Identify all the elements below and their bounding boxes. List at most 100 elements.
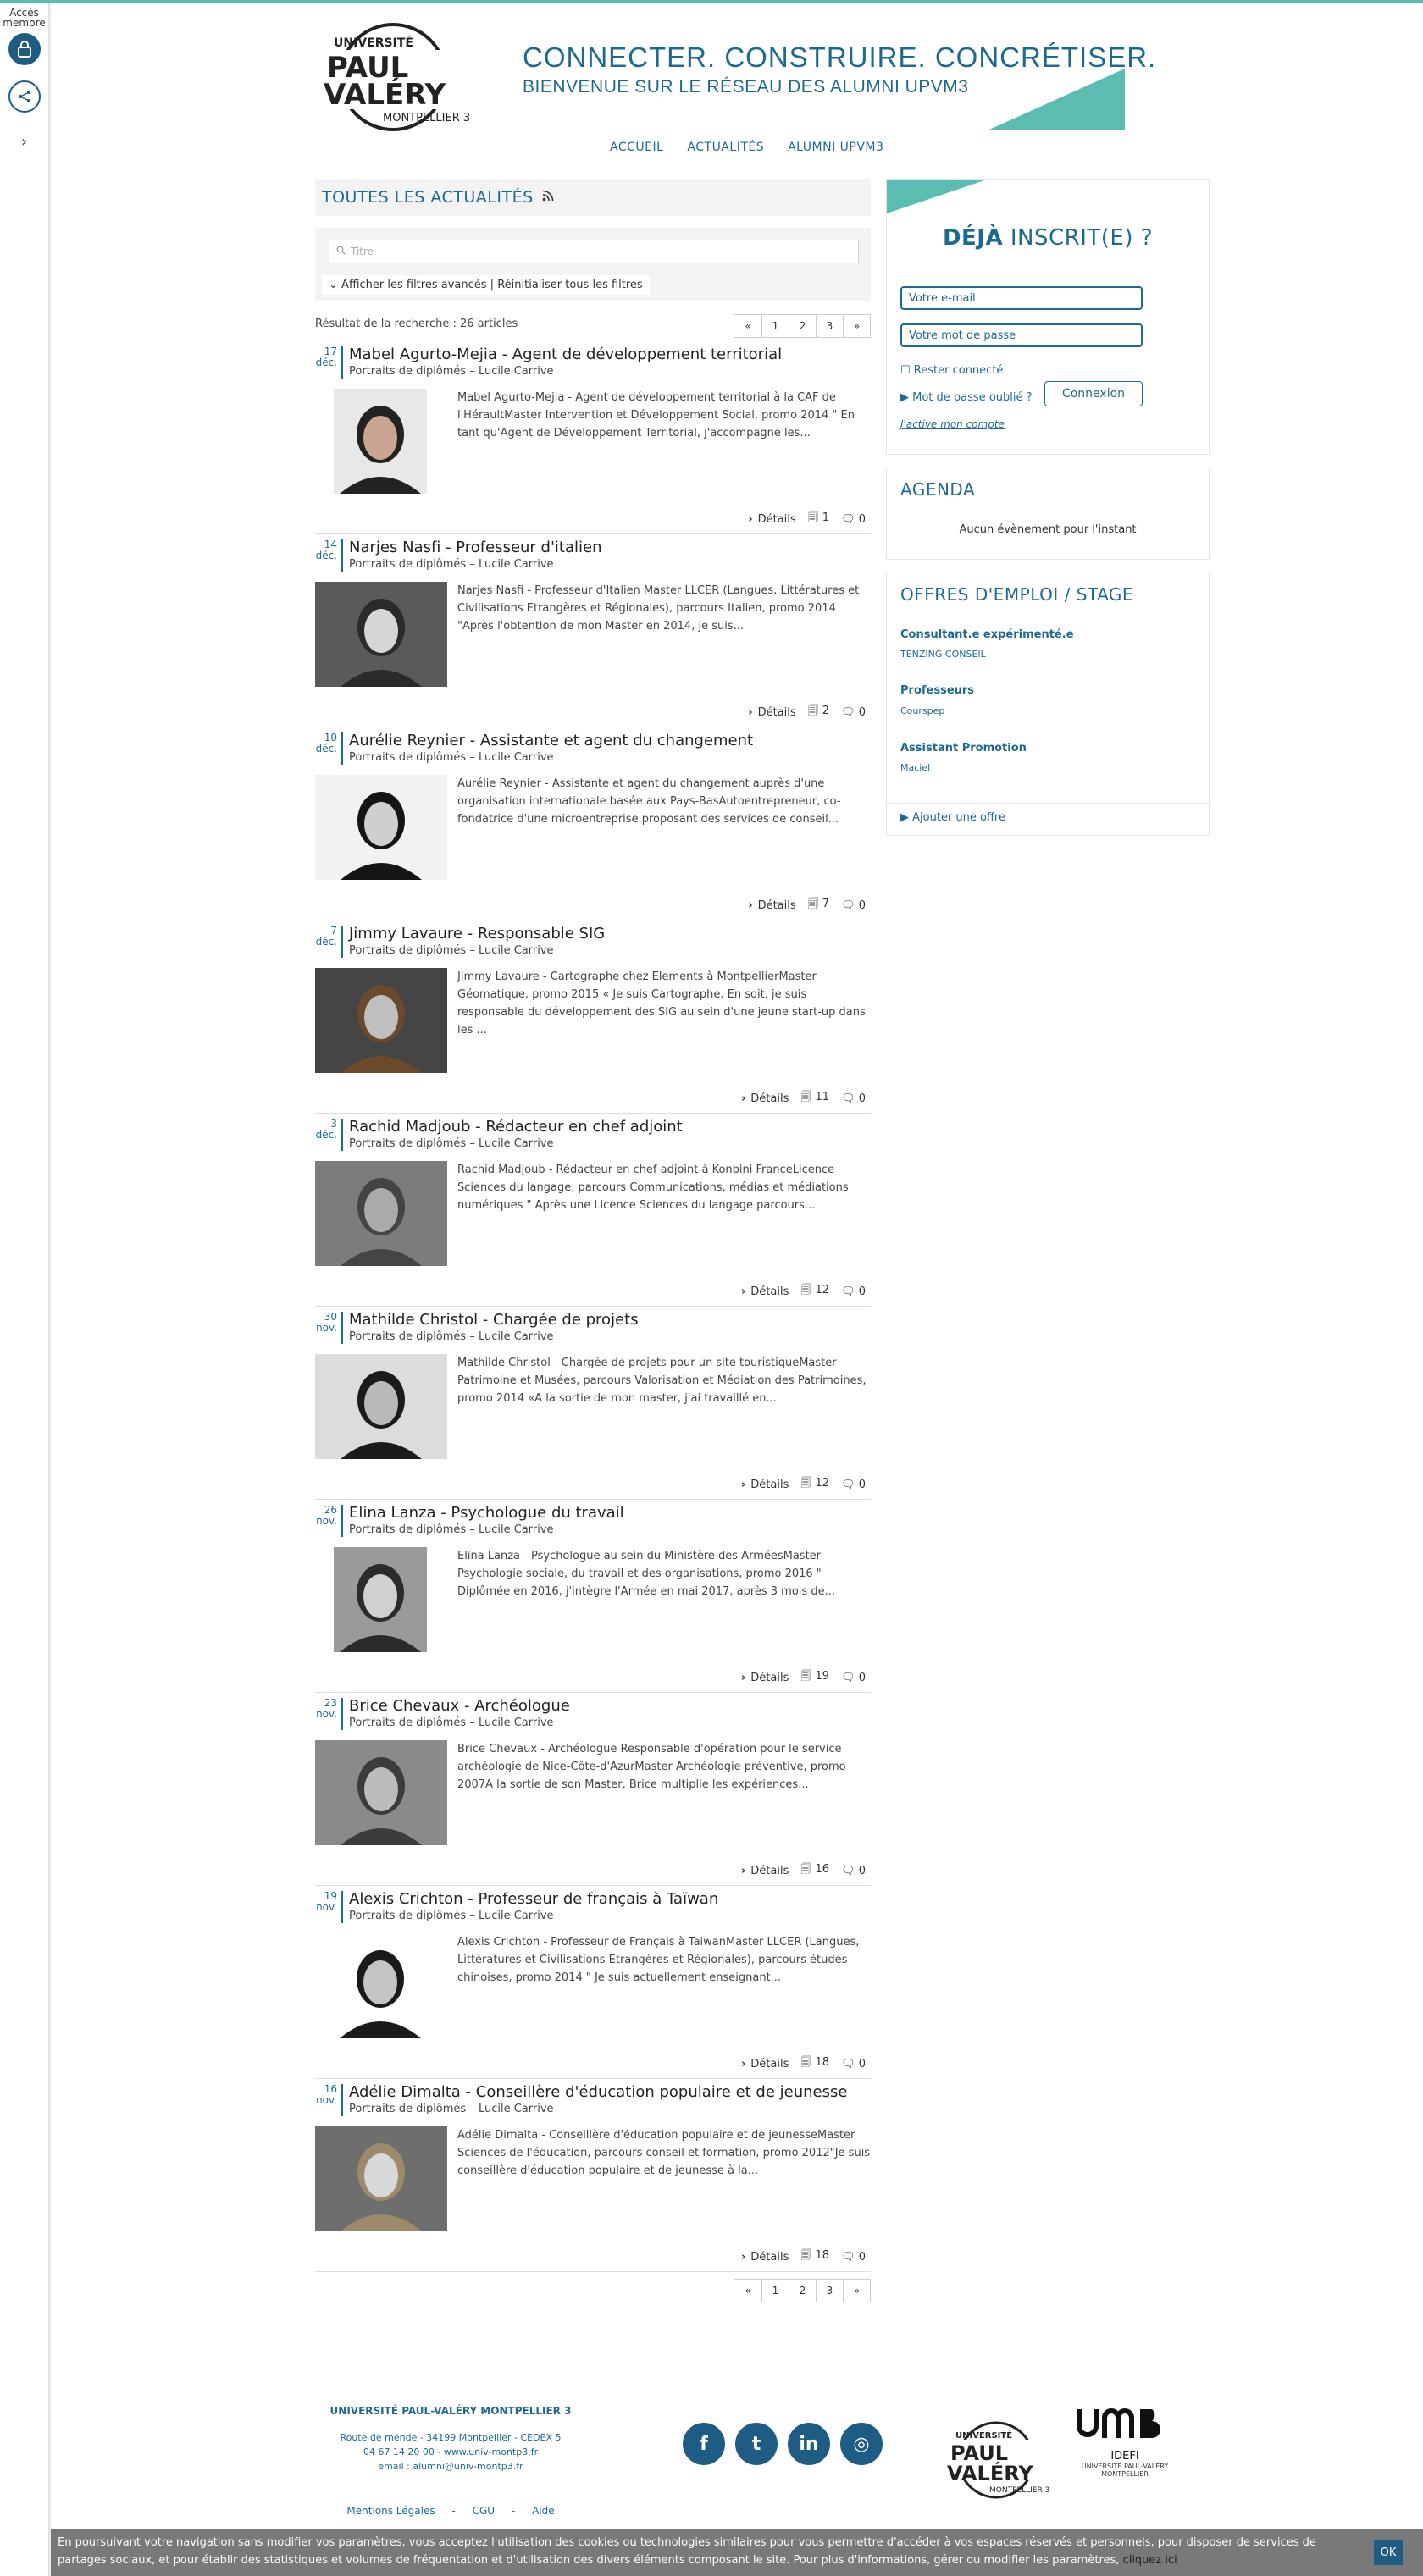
instagram-icon[interactable]: ◎ xyxy=(840,2423,883,2465)
footer-university-logo[interactable]: UNIVERSITÉ PAUL VALÉRY MONTPELLIER 3 xyxy=(942,2416,1052,2501)
pager-page-3[interactable]: 3 xyxy=(816,315,843,337)
pager-page-1[interactable]: 1 xyxy=(761,2280,789,2302)
twitter-icon[interactable]: t xyxy=(735,2423,778,2465)
footer-phone[interactable]: 04 67 14 20 00 - www.univ-montp3.fr xyxy=(315,2445,586,2459)
article-meta: › Détails 🗐 11 🗨 0 xyxy=(741,1089,866,1108)
pager-prev[interactable]: « xyxy=(734,315,761,337)
help-link[interactable]: Aide xyxy=(532,2505,555,2517)
nav-item-accueil[interactable]: ACCUEIL xyxy=(610,141,663,154)
comments-count: 🗨 0 xyxy=(841,1285,866,1298)
forgot-password-link[interactable]: ▶ Mot de passe oublié ? xyxy=(900,391,1033,404)
article-item: 3 déc. Rachid Madjoub - Rédacteur en chef … xyxy=(315,1114,871,1307)
article-title[interactable]: Aurélie Reynier - Assistante et agent du… xyxy=(349,732,753,749)
views-count: 🗐 11 xyxy=(800,1091,830,1103)
pagination-bottom: « 1 2 3 » xyxy=(734,2279,871,2302)
advanced-filters-link[interactable]: Afficher les filtres avancés xyxy=(341,279,486,291)
article-photo[interactable] xyxy=(315,1354,447,1459)
footer-link-separator: - xyxy=(511,2505,516,2517)
article-photo[interactable] xyxy=(315,1161,447,1266)
logo-top-text: UNIVERSITÉ xyxy=(334,36,413,50)
details-link[interactable]: › Détails xyxy=(741,1092,789,1105)
details-link[interactable]: › Détails xyxy=(741,2058,789,2070)
search-input[interactable]: Titre xyxy=(329,240,859,263)
pager-page-3[interactable]: 3 xyxy=(816,2280,843,2302)
cgu-link[interactable]: CGU xyxy=(473,2505,495,2517)
idefi-logo[interactable]: IDEFI UNIVERSITÉ PAUL-VALÉRY MONTPELLIER xyxy=(1074,2404,1176,2489)
remember-checkbox[interactable]: ☐ Rester connecté xyxy=(900,364,1003,377)
linkedin-icon[interactable]: in xyxy=(788,2423,830,2465)
svg-text:VALÉRY: VALÉRY xyxy=(947,2461,1033,2485)
article-title[interactable]: Rachid Madjoub - Rédacteur en chef adjoi… xyxy=(349,1118,683,1136)
document-icon: 🗐 xyxy=(800,1670,812,1683)
details-link[interactable]: › Détails xyxy=(741,1865,789,1877)
email-field[interactable]: Votre e-mail xyxy=(900,286,1143,310)
document-icon: 🗐 xyxy=(800,1863,812,1876)
reset-filters-link[interactable]: Réinitialiser tous les filtres xyxy=(497,279,643,291)
article-photo[interactable] xyxy=(334,1547,427,1652)
rss-icon[interactable] xyxy=(542,190,554,205)
article-excerpt: Mathilde Christol - Chargée de projets p… xyxy=(457,1357,867,1405)
article-accent-bar xyxy=(341,1505,343,1537)
article-title[interactable]: Mathilde Christol - Chargée de projets xyxy=(349,1311,639,1329)
university-logo[interactable]: UNIVERSITÉ PAUL VALÉRY MONTPELLIER 3 xyxy=(315,16,484,143)
nav-item-alumni[interactable]: ALUMNI UPVM3 xyxy=(788,141,883,154)
activate-account-link[interactable]: J'active mon compte xyxy=(900,418,1005,430)
expand-sidebar-button[interactable]: › xyxy=(0,133,48,151)
article-photo[interactable] xyxy=(315,775,447,880)
details-link[interactable]: › Détails xyxy=(741,1285,789,1298)
offer-title[interactable]: Professeurs xyxy=(900,684,974,697)
nav-item-actualites[interactable]: ACTUALITÉS xyxy=(687,141,764,154)
pager-next[interactable]: » xyxy=(843,315,870,337)
legal-link[interactable]: Mentions Légales xyxy=(346,2505,435,2517)
article-photo[interactable] xyxy=(334,1933,427,2038)
pager-page-1[interactable]: 1 xyxy=(761,315,789,337)
details-link[interactable]: › Détails xyxy=(741,1479,789,1491)
offer-title[interactable]: Consultant.e expérimenté.e xyxy=(900,628,1074,641)
article-category: Portraits de diplômés – Lucile Carrive xyxy=(349,1910,554,1922)
password-field[interactable]: Votre mot de passe xyxy=(900,323,1143,347)
pager-page-2[interactable]: 2 xyxy=(789,2280,816,2302)
page: UNIVERSITÉ PAUL VALÉRY MONTPELLIER 3 CON… xyxy=(51,3,1423,2576)
details-link[interactable]: › Détails xyxy=(741,1672,789,1684)
article-title[interactable]: Jimmy Lavaure - Responsable SIG xyxy=(349,925,605,943)
comment-icon: 🗨 xyxy=(841,1478,855,1491)
offer-company[interactable]: TENZING CONSEIL xyxy=(900,649,986,660)
article-title[interactable]: Alexis Crichton - Professeur de français… xyxy=(349,1890,718,1908)
article-photo[interactable] xyxy=(315,968,447,1073)
article-title[interactable]: Narjes Nasfi - Professeur d'italien xyxy=(349,539,602,556)
login-button[interactable]: Connexion xyxy=(1044,381,1143,406)
article-list: 17 déc. Mabel Agurto-Mejia - Agent de déve… xyxy=(315,341,871,2272)
article-item: 19 nov. Alexis Crichton - Professeur de fr… xyxy=(315,1886,871,2079)
share-icon[interactable] xyxy=(8,80,41,113)
details-link[interactable]: › Détails xyxy=(741,2251,789,2264)
views-count: 🗐 2 xyxy=(807,705,830,717)
add-offer-link[interactable]: ▶ Ajouter une offre xyxy=(900,811,1005,824)
article-title[interactable]: Brice Chevaux - Archéologue xyxy=(349,1697,570,1715)
pager-next[interactable]: » xyxy=(843,2280,870,2302)
news-header: TOUTES LES ACTUALITÉS xyxy=(315,179,871,216)
pager-prev[interactable]: « xyxy=(734,2280,761,2302)
article-title[interactable]: Mabel Agurto-Mejia - Agent de développem… xyxy=(349,345,782,363)
details-link[interactable]: › Détails xyxy=(748,899,795,912)
offer-company[interactable]: Courspep xyxy=(900,705,944,716)
cookie-ok-button[interactable]: OK xyxy=(1374,2540,1403,2565)
offer-title[interactable]: Assistant Promotion xyxy=(900,742,1027,755)
facebook-icon[interactable]: f xyxy=(683,2423,725,2465)
footer-email[interactable]: email : alumni@univ-montp3.fr xyxy=(315,2459,586,2474)
lock-icon[interactable] xyxy=(8,33,41,65)
article-title[interactable]: Elina Lanza - Psychologue du travail xyxy=(349,1504,624,1522)
details-link[interactable]: › Détails xyxy=(748,706,795,719)
article-photo[interactable] xyxy=(315,1740,447,1845)
details-link[interactable]: › Détails xyxy=(748,513,795,526)
comments-count: 🗨 0 xyxy=(841,898,866,912)
document-icon: 🗐 xyxy=(800,2249,812,2262)
article-photo[interactable] xyxy=(315,582,447,687)
pager-page-2[interactable]: 2 xyxy=(789,315,816,337)
article-title[interactable]: Adélie Dimalta - Conseillère d'éducation… xyxy=(349,2083,847,2101)
cookie-settings-link[interactable]: cliquez ici xyxy=(1123,2554,1177,2567)
article-photo[interactable] xyxy=(334,389,427,494)
comment-icon: 🗨 xyxy=(841,1671,855,1684)
chevron-right-icon: › xyxy=(740,1092,746,1105)
offer-company[interactable]: Maciel xyxy=(900,762,930,773)
article-photo[interactable] xyxy=(315,2126,447,2231)
